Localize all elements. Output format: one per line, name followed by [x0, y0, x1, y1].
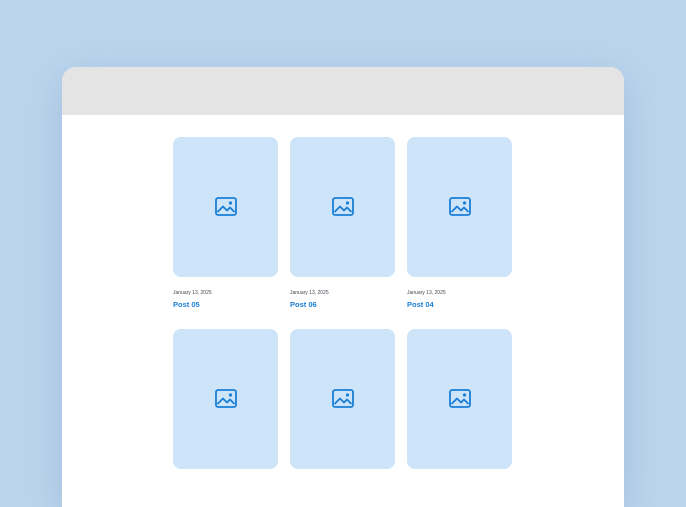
image-icon	[448, 389, 471, 408]
post-thumbnail[interactable]	[173, 329, 278, 469]
post-card[interactable]	[290, 329, 395, 469]
post-thumbnail[interactable]	[173, 137, 278, 277]
post-card[interactable]: January 13, 2025 Post 04	[407, 137, 512, 309]
image-icon	[331, 197, 354, 216]
post-date: January 13, 2025	[290, 290, 329, 296]
post-thumbnail[interactable]	[407, 137, 512, 277]
post-title-link[interactable]: Post 04	[407, 300, 512, 309]
window-titlebar	[62, 67, 624, 115]
post-date: January 13, 2025	[173, 290, 212, 296]
post-title-link[interactable]: Post 05	[173, 300, 278, 309]
post-card[interactable]: January 13, 2025 Post 06	[290, 137, 395, 309]
image-icon	[331, 389, 354, 408]
post-thumbnail[interactable]	[290, 137, 395, 277]
post-thumbnail[interactable]	[407, 329, 512, 469]
post-card[interactable]	[407, 329, 512, 469]
image-icon	[448, 197, 471, 216]
post-title-link[interactable]: Post 06	[290, 300, 395, 309]
post-card[interactable]	[173, 329, 278, 469]
image-icon	[214, 389, 237, 408]
post-card[interactable]: January 13, 2025 Post 05	[173, 137, 278, 309]
browser-window: January 13, 2025 Post 05 January 13, 202…	[62, 67, 624, 507]
post-grid: January 13, 2025 Post 05 January 13, 202…	[173, 137, 512, 469]
image-icon	[214, 197, 237, 216]
post-thumbnail[interactable]	[290, 329, 395, 469]
post-date: January 13, 2025	[407, 290, 446, 296]
